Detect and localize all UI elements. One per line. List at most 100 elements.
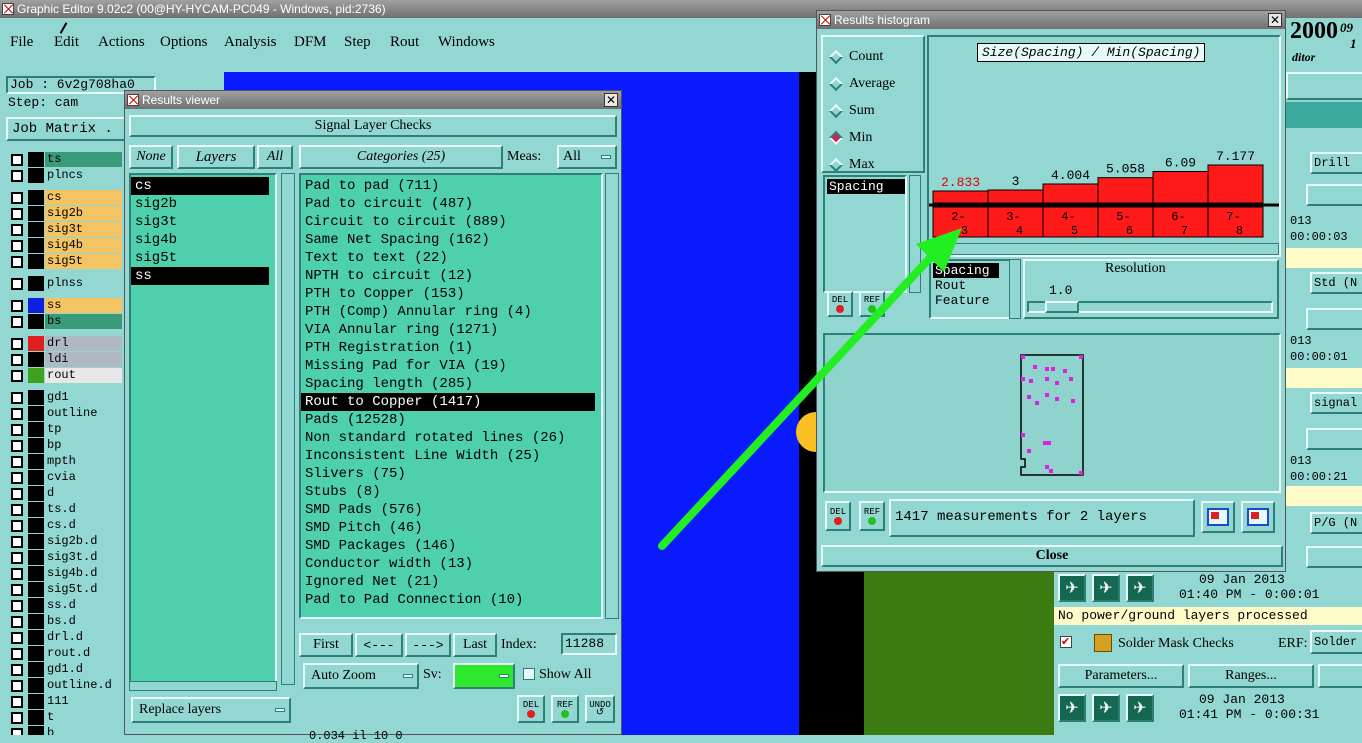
layer-row-cs-d[interactable]: cs.d — [8, 518, 122, 534]
run-icon-3[interactable]: ✈ — [1126, 574, 1154, 602]
all-layers-button[interactable]: All — [257, 145, 293, 169]
layer-row-ss[interactable]: ss — [8, 298, 122, 314]
layer-checkbox[interactable] — [11, 370, 23, 382]
hist-ref-button[interactable]: REF — [859, 291, 885, 317]
hist-del-button[interactable]: DEL — [827, 291, 853, 317]
layer-checkbox[interactable] — [11, 456, 23, 468]
layer-row-cvia[interactable]: cvia — [8, 470, 122, 486]
right-btn-c[interactable] — [1306, 428, 1362, 450]
layer-row-drl-d[interactable]: drl.d — [8, 630, 122, 646]
attr2-rout[interactable]: Rout — [933, 278, 1009, 293]
right-btn-b[interactable] — [1306, 308, 1362, 330]
zoom-select-icon-2[interactable] — [1241, 501, 1275, 533]
spacing-attr-list[interactable]: Spacing — [823, 175, 907, 293]
results-layer-item[interactable]: sig4b — [131, 231, 269, 249]
layer-checkbox[interactable] — [11, 504, 23, 516]
first-button[interactable]: First — [299, 633, 353, 657]
layer-checkbox[interactable] — [11, 568, 23, 580]
categories-button[interactable]: Categories (25) — [299, 145, 503, 169]
hist-del-button-2[interactable]: DEL — [825, 501, 851, 531]
attr2-scrollbar[interactable] — [1009, 259, 1021, 319]
category-item[interactable]: Pad to Pad Connection (10) — [301, 591, 601, 609]
layer-row-outline[interactable]: outline — [8, 406, 122, 422]
layer-row-bs[interactable]: bs — [8, 314, 122, 330]
run-icon-4[interactable]: ✈ — [1058, 694, 1086, 722]
layer-row-ts[interactable]: ts — [8, 152, 122, 168]
layer-row-rout[interactable]: rout — [8, 368, 122, 384]
layer-row-bp[interactable]: bp — [8, 438, 122, 454]
layer-checkbox[interactable] — [11, 536, 23, 548]
layer-checkbox[interactable] — [11, 520, 23, 532]
index-field[interactable]: 11288 — [561, 633, 617, 655]
category-item[interactable]: Slivers (75) — [301, 465, 601, 483]
attr-list-scrollbar[interactable] — [909, 175, 921, 293]
category-item[interactable]: Same Net Spacing (162) — [301, 231, 601, 249]
zoom-select-icon-1[interactable] — [1201, 501, 1235, 533]
category-item[interactable]: Text to text (22) — [301, 249, 601, 267]
pg-field[interactable]: P/G (N — [1310, 512, 1362, 534]
category-item[interactable]: Ignored Net (21) — [301, 573, 601, 591]
mode-radio-min[interactable]: Min — [828, 124, 923, 151]
layer-checkbox[interactable] — [11, 154, 23, 166]
results-layer-item[interactable]: ss — [131, 267, 269, 285]
layer-checkbox[interactable] — [11, 680, 23, 692]
category-item[interactable]: Pad to pad (711) — [301, 177, 601, 195]
job-matrix-button[interactable]: Job Matrix . — [6, 117, 126, 141]
layer-checkbox[interactable] — [11, 316, 23, 328]
mode-radio-count[interactable]: Count — [828, 43, 923, 70]
chart-hscrollbar[interactable] — [929, 243, 1279, 255]
layer-row-sig3t[interactable]: sig3t — [8, 222, 122, 238]
results-layer-item[interactable]: cs — [131, 177, 269, 195]
layer-checkbox[interactable] — [11, 632, 23, 644]
categories-scrollbar[interactable] — [605, 173, 619, 619]
menu-item-actions[interactable]: Actions — [98, 34, 145, 51]
rv-ref-button[interactable]: REF — [551, 695, 579, 723]
right-btn-d[interactable] — [1306, 546, 1362, 568]
layer-row-ldi[interactable]: ldi — [8, 352, 122, 368]
layer-row-b[interactable]: b — [8, 726, 122, 735]
auto-zoom-dropdown[interactable]: Auto Zoom — [303, 663, 419, 689]
layer-checkbox[interactable] — [11, 354, 23, 366]
layer-checkbox[interactable] — [11, 256, 23, 268]
hist-ref-button-2[interactable]: REF — [859, 501, 885, 531]
layer-checkbox[interactable] — [11, 616, 23, 628]
layer-row-bs-d[interactable]: bs.d — [8, 614, 122, 630]
layer-checkbox[interactable] — [11, 424, 23, 436]
meas-dropdown[interactable]: All — [557, 145, 617, 169]
layer-row-rout-d[interactable]: rout.d — [8, 646, 122, 662]
layer-checkbox[interactable] — [11, 728, 23, 735]
results-layer-item[interactable]: sig3t — [131, 213, 269, 231]
attr-spacing[interactable]: Spacing — [827, 179, 905, 194]
signal-field[interactable]: signal — [1310, 392, 1362, 414]
layer-row-sig5t-d[interactable]: sig5t.d — [8, 582, 122, 598]
category-item[interactable]: Circuit to circuit (889) — [301, 213, 601, 231]
menu-item-dfm[interactable]: DFM — [294, 34, 327, 51]
category-item[interactable]: Stubs (8) — [301, 483, 601, 501]
drill-field[interactable]: Drill — [1310, 152, 1362, 174]
layer-row-ts-d[interactable]: ts.d — [8, 502, 122, 518]
run-icon-2[interactable]: ✈ — [1092, 574, 1120, 602]
rv-undo-button[interactable]: UNDO ↺ — [585, 695, 615, 723]
category-item[interactable]: PTH to Copper (153) — [301, 285, 601, 303]
layer-checkbox[interactable] — [11, 338, 23, 350]
category-item[interactable]: NPTH to circuit (12) — [301, 267, 601, 285]
layer-list-hscrollbar[interactable] — [129, 681, 277, 691]
layer-checkbox[interactable] — [11, 240, 23, 252]
mode-radio-average[interactable]: Average — [828, 70, 923, 97]
layer-row-sig5t[interactable]: sig5t — [8, 254, 122, 270]
rv-del-button[interactable]: DEL — [517, 695, 545, 723]
std-field[interactable]: Std (N — [1310, 272, 1362, 294]
layer-checkbox[interactable] — [11, 664, 23, 676]
category-item[interactable]: VIA Annular ring (1271) — [301, 321, 601, 339]
menu-item-windows[interactable]: Windows — [438, 34, 495, 51]
layer-row-sig3t-d[interactable]: sig3t.d — [8, 550, 122, 566]
layer-checkbox[interactable] — [11, 648, 23, 660]
layer-row-111[interactable]: 111 — [8, 694, 122, 710]
run-icon-1[interactable]: ✈ — [1058, 574, 1086, 602]
category-item[interactable]: PTH Registration (1) — [301, 339, 601, 357]
layer-row-d[interactable]: d — [8, 486, 122, 502]
mode-radio-max[interactable]: Max — [828, 151, 923, 178]
parameters-button[interactable]: Parameters... — [1058, 664, 1184, 688]
layer-checkbox[interactable] — [11, 408, 23, 420]
none-button[interactable]: None — [129, 145, 173, 169]
